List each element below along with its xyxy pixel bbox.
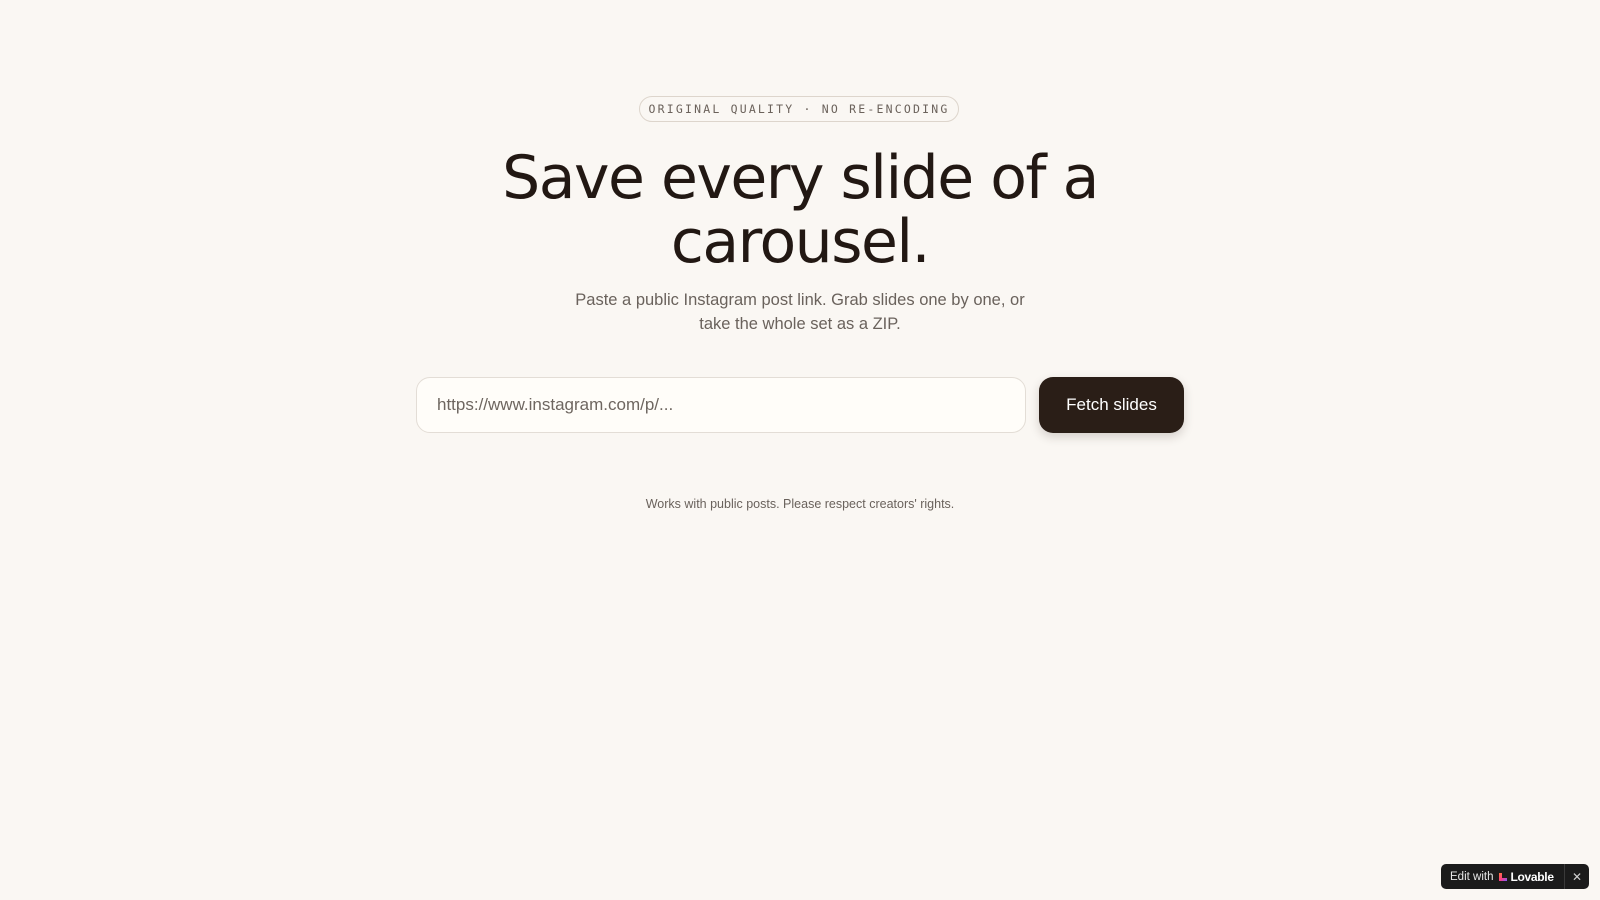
page: ORIGINAL QUALITY · NO RE-ENCODING Save e… [0, 0, 1600, 900]
page-title: Save every slide of a carousel. [502, 143, 1099, 277]
fetch-slides-button[interactable]: Fetch slides [1039, 377, 1184, 433]
edit-with-label: Edit with [1450, 870, 1494, 883]
post-url-input[interactable] [416, 377, 1026, 433]
edit-with-lovable-badge: Edit with Lovable ✕ [1441, 864, 1589, 889]
lovable-heart-icon [1498, 872, 1508, 882]
page-subtitle: Paste a public Instagram post link. Grab… [575, 291, 1025, 333]
lovable-brand-text: Lovable [1510, 869, 1554, 884]
disclaimer-text: Works with public posts. Please respect … [645, 497, 955, 511]
close-icon[interactable]: ✕ [1565, 864, 1589, 889]
quality-badge: ORIGINAL QUALITY · NO RE-ENCODING [639, 96, 959, 122]
edit-with-lovable-link[interactable]: Edit with Lovable [1441, 864, 1564, 889]
